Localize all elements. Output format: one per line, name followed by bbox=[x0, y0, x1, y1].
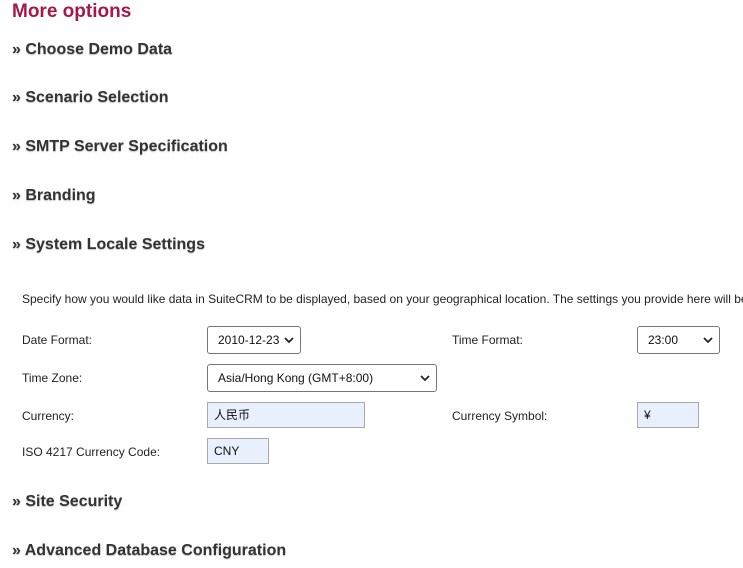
page-title: More options bbox=[12, 1, 132, 22]
section-advanced-database-configuration[interactable]: » Advanced Database Configuration bbox=[12, 542, 286, 560]
date-format-select[interactable]: 2010-12-23 bbox=[207, 326, 301, 354]
time-zone-value: Asia/Hong Kong (GMT+8:00) bbox=[218, 371, 374, 385]
time-format-value: 23:00 bbox=[648, 333, 679, 347]
currency-input[interactable]: 人民币 bbox=[207, 402, 365, 428]
date-format-value: 2010-12-23 bbox=[218, 333, 280, 347]
iso-currency-code-label: ISO 4217 Currency Code: bbox=[22, 445, 161, 459]
section-choose-demo-data[interactable]: » Choose Demo Data bbox=[12, 41, 172, 59]
chevron-down-icon bbox=[284, 337, 294, 344]
date-format-label: Date Format: bbox=[22, 333, 93, 347]
iso-currency-code-input[interactable]: CNY bbox=[207, 438, 269, 464]
more-options-page: More options » Choose Demo Data » Scenar… bbox=[0, 0, 743, 568]
section-smtp-server[interactable]: » SMTP Server Specification bbox=[12, 138, 228, 156]
currency-symbol-label: Currency Symbol: bbox=[452, 409, 548, 423]
time-format-label: Time Format: bbox=[452, 333, 523, 347]
section-system-locale-settings[interactable]: » System Locale Settings bbox=[12, 236, 205, 254]
currency-label: Currency: bbox=[22, 409, 75, 423]
locale-description: Specify how you would like data in Suite… bbox=[22, 292, 743, 306]
time-zone-label: Time Zone: bbox=[22, 371, 83, 385]
section-site-security[interactable]: » Site Security bbox=[12, 493, 122, 511]
chevron-down-icon bbox=[420, 375, 430, 382]
time-zone-select[interactable]: Asia/Hong Kong (GMT+8:00) bbox=[207, 364, 437, 392]
section-branding[interactable]: » Branding bbox=[12, 187, 96, 205]
chevron-down-icon bbox=[703, 337, 713, 344]
section-scenario-selection[interactable]: » Scenario Selection bbox=[12, 89, 169, 107]
currency-symbol-input[interactable]: ¥ bbox=[637, 402, 699, 428]
time-format-select[interactable]: 23:00 bbox=[637, 326, 720, 354]
